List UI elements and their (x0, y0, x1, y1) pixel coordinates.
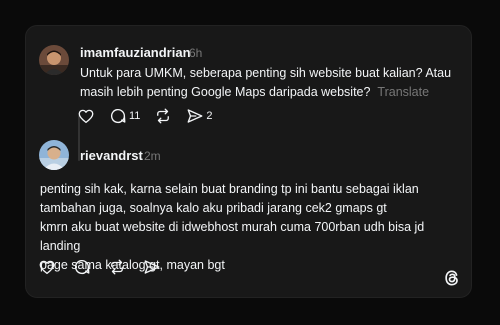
translate-link[interactable]: Translate (377, 85, 429, 99)
post-reply-button[interactable]: 11 (109, 107, 140, 125)
post-like-button[interactable] (77, 107, 95, 125)
avatar-rievandrst[interactable] (39, 140, 69, 170)
post-text: Untuk para UMKM, seberapa penting sih we… (80, 64, 460, 102)
avatar-imamfauziandrian[interactable] (39, 45, 69, 75)
post-repost-button[interactable] (154, 107, 172, 125)
heart-icon (39, 260, 55, 275)
post-text-line-1: Untuk para UMKM, seberapa penting sih we… (80, 66, 452, 80)
reply-count: 11 (129, 110, 141, 122)
avatar-photo (39, 45, 69, 75)
reply-text-line: penting sih kak, karna selain buat brand… (40, 182, 419, 196)
avatar-photo (39, 140, 69, 170)
threads-card: imamfauziandrian 6h Untuk para UMKM, seb… (25, 25, 472, 298)
send-icon (144, 260, 160, 274)
post-actions: 11 2 (77, 107, 227, 125)
post-username[interactable]: imamfauziandrian (80, 45, 191, 60)
reply-share-button[interactable] (143, 258, 161, 276)
reply-actions (38, 258, 175, 276)
post-text-line-2: masih lebih penting Google Maps daripada… (80, 85, 371, 99)
reply-text-line: kmrn aku buat website di idwebhost murah… (40, 220, 425, 253)
reply-timestamp: 2m (144, 149, 161, 163)
send-icon (187, 109, 203, 123)
repost-icon (111, 259, 123, 275)
reply-like-button[interactable] (38, 258, 56, 276)
heart-icon (78, 109, 94, 124)
threads-logo-icon[interactable] (442, 268, 462, 293)
share-count: 2 (206, 110, 213, 122)
repost-icon (157, 108, 170, 124)
reply-repost-button[interactable] (108, 258, 126, 276)
post-share-button[interactable]: 2 (186, 107, 213, 125)
reply-reply-button[interactable] (73, 258, 91, 276)
comment-icon (110, 108, 126, 124)
post-timestamp: 6h (189, 46, 203, 60)
threads-logo-glyph (445, 270, 458, 286)
comment-icon (74, 259, 90, 275)
reply-username[interactable]: rievandrst (80, 148, 143, 163)
reply-text-line: tambahan juga, soalnya kalo aku pribadi … (40, 201, 387, 215)
